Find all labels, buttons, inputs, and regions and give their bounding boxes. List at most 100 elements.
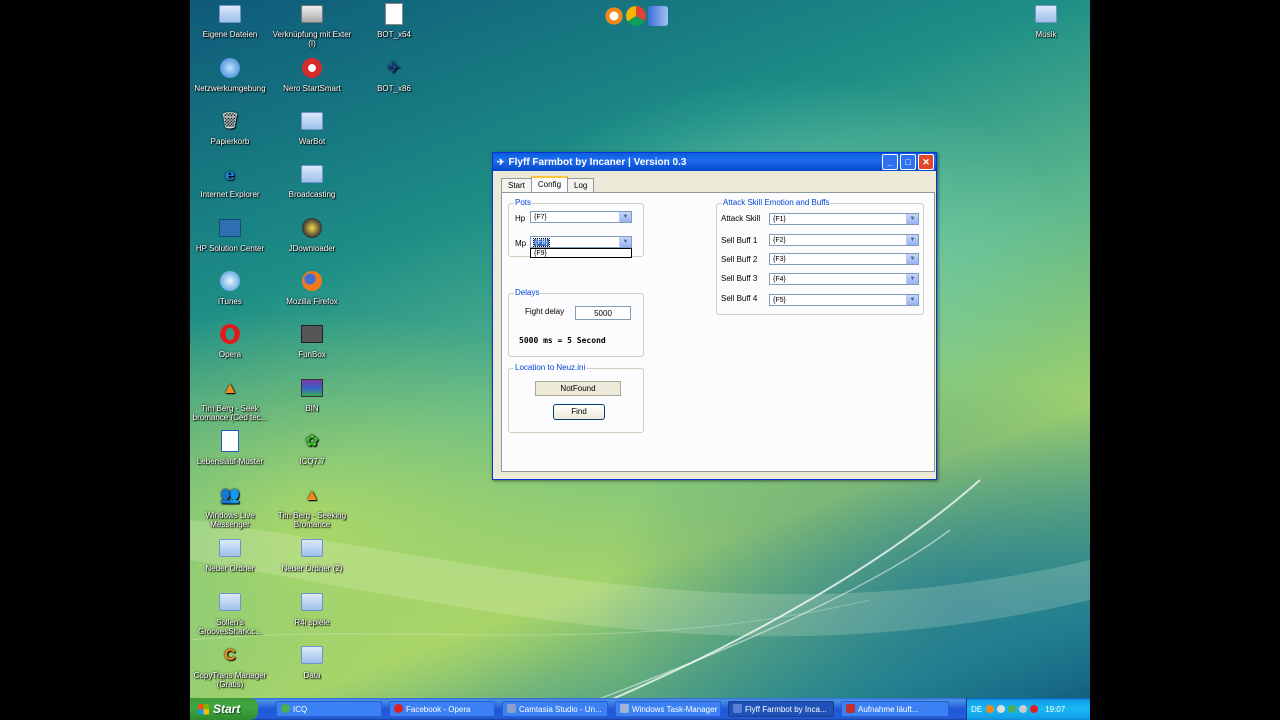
sell-buff-3-label: Sell Buff 3 [721, 274, 758, 283]
chevron-down-icon[interactable]: ▼ [906, 274, 918, 284]
desktop-icon-r4i[interactable]: R4i spiele [270, 590, 354, 627]
recycle-bin-icon: 🗑 [219, 112, 241, 130]
mp-select[interactable]: {F8} ▼ [530, 236, 632, 248]
chevron-down-icon[interactable]: ▼ [906, 254, 918, 264]
desktop-icon-nero[interactable]: Nero StartSmart [270, 56, 354, 93]
tab-start[interactable]: Start [501, 178, 532, 193]
fight-delay-input[interactable]: 5000 [575, 306, 631, 320]
desktop-icon-eigene-dateien[interactable]: Eigene Dateien [190, 2, 272, 39]
desktop-icon-label: Eigene Dateien [202, 30, 258, 39]
chevron-down-icon[interactable]: ▼ [906, 235, 918, 245]
desktop-icon-external-drive[interactable]: Verknüpfung mit Exter (I) [270, 2, 354, 48]
sell-buff-2-select[interactable]: {F3} ▼ [769, 253, 919, 265]
clock[interactable]: 19:07 [1045, 705, 1065, 714]
desktop-icon-netzwerkumgebung[interactable]: Netzwerkumgebung [190, 56, 272, 93]
taskbar-item-camtasia[interactable]: Camtasia Studio - Un... [502, 701, 608, 717]
desktop-icon-neuer-ordner-2[interactable]: Neuer Ordner (2) [270, 536, 354, 573]
desktop-icon-grooveshark[interactable]: Sollen's GroovesShark.c... [190, 590, 272, 636]
fight-delay-label: Fight delay [525, 307, 565, 316]
taskbar-item-recording[interactable]: Aufnahme läuft... [841, 701, 949, 717]
sell-buff-4-select[interactable]: {F5} ▼ [769, 294, 919, 306]
top-shortcut-icons [604, 6, 668, 26]
folder-icon [301, 165, 323, 183]
mp-dropdown-list: {F9} [530, 248, 632, 258]
taskbar-item-opera[interactable]: Facebook - Opera [389, 701, 495, 717]
task-manager-icon [620, 704, 629, 713]
copytrans-tray-icon[interactable] [986, 705, 995, 713]
security-tray-icon[interactable] [1030, 705, 1039, 713]
location-group: Location to Neuz.ini NotFound Find [508, 363, 644, 433]
location-legend: Location to Neuz.ini [514, 363, 587, 372]
desktop-icon-bot-x86[interactable]: ✈ BOT_x86 [352, 56, 436, 93]
language-indicator[interactable]: DE [971, 705, 982, 714]
maximize-button[interactable]: □ [900, 154, 916, 170]
desktop-icon-label: Nero StartSmart [283, 84, 341, 93]
desktop-icon-funbox[interactable]: FunBox [270, 322, 354, 359]
close-button[interactable]: ✕ [918, 154, 934, 170]
taskbar-item-label: Camtasia Studio - Un... [519, 705, 602, 714]
copytrans-icon[interactable] [604, 6, 624, 26]
desktop-icon-lebenslauf[interactable]: Lebenslauf-Muster [190, 429, 272, 466]
folder-icon [219, 593, 241, 611]
hp-icon [219, 219, 241, 237]
desktop-icon-label: R4i spiele [294, 618, 330, 627]
taskbar-item-farmbot[interactable]: Flyff Farmbot by Inca... [728, 701, 834, 717]
sell-buff-2-label: Sell Buff 2 [721, 255, 758, 264]
sell-buff-4-value: {F5} [773, 297, 786, 304]
desktop-icon-tim-berg-2[interactable]: ▲ Tim Berg - Seeking Bromance [270, 483, 354, 529]
chevron-down-icon[interactable]: ▼ [906, 295, 918, 305]
sell-buff-1-select[interactable]: {F2} ▼ [769, 234, 919, 246]
chevron-down-icon[interactable]: ▼ [619, 237, 631, 247]
desktop-icon-warbot[interactable]: WarBot [270, 109, 354, 146]
desktop-icon-bot-x64[interactable]: BOT_x64 [352, 2, 436, 39]
desktop-icon-bin[interactable]: BIN [270, 376, 354, 413]
sell-buff-3-select[interactable]: {F4} ▼ [769, 273, 919, 285]
opera-icon [394, 704, 403, 713]
desktop-icon-label: FunBox [298, 350, 326, 359]
taskbar-item-label: Windows Task-Manager [632, 705, 718, 714]
chevron-down-icon[interactable]: ▼ [906, 214, 918, 224]
finder-icon[interactable] [648, 6, 668, 26]
desktop-icon-data[interactable]: Data [270, 643, 354, 680]
desktop-icon-opera[interactable]: Opera [190, 322, 272, 359]
desktop-icon-label: Neuer Ordner (2) [281, 564, 343, 573]
taskbar-item-label: ICQ [293, 705, 308, 714]
desktop-icon-label: Internet Explorer [200, 190, 260, 199]
desktop-icon-papierkorb[interactable]: 🗑 Papierkorb [190, 109, 272, 146]
desktop-icon-musik[interactable]: Musik [1004, 2, 1088, 39]
hp-select[interactable]: {F7} ▼ [530, 211, 632, 223]
find-button[interactable]: Find [553, 404, 605, 420]
word-document-icon [221, 430, 239, 452]
desktop-icon-firefox[interactable]: Mozilla Firefox [270, 269, 354, 306]
folder-icon [301, 646, 323, 664]
itunes-icon [220, 271, 240, 291]
taskbar-item-icq[interactable]: ICQ [276, 701, 382, 717]
desktop-icon-broadcasting[interactable]: Broadcasting [270, 162, 354, 199]
desktop-icon-internet-explorer[interactable]: e Internet Explorer [190, 162, 272, 199]
icq-icon [281, 704, 290, 713]
mp-dropdown-option[interactable]: {F9} [534, 250, 547, 257]
desktop-icon-jdownloader[interactable]: JDownloader [270, 216, 354, 253]
minimize-button[interactable]: _ [882, 154, 898, 170]
volume-icon[interactable] [1019, 705, 1028, 713]
desktop-icon-itunes[interactable]: iTunes [190, 269, 272, 306]
tab-log[interactable]: Log [567, 178, 595, 193]
desktop-icon-messenger[interactable]: 👥 Windows Live Messenger [190, 483, 272, 529]
file-icon [385, 3, 403, 25]
desktop-icon-hp[interactable]: HP Solution Center [190, 216, 272, 253]
delays-legend: Delays [514, 288, 541, 297]
icq-tray-icon[interactable] [1008, 705, 1017, 713]
window-titlebar[interactable]: ✈ Flyff Farmbot by Incaner | Version 0.3… [493, 153, 936, 171]
vlc-icon: ▲ [304, 486, 320, 504]
attack-skill-select[interactable]: {F1} ▼ [769, 213, 919, 225]
network-tray-icon[interactable] [997, 705, 1006, 713]
taskbar-item-task-manager[interactable]: Windows Task-Manager [615, 701, 721, 717]
desktop-icon-neuer-ordner[interactable]: Neuer Ordner [190, 536, 272, 573]
start-button[interactable]: Start [190, 698, 258, 720]
desktop-icon-tim-berg-1[interactable]: ▲ Tim Berg - Seek bromance (Ced tec... [190, 376, 272, 422]
chevron-down-icon[interactable]: ▼ [619, 212, 631, 222]
camtasia-icon [507, 704, 516, 713]
desktop-icon-copytrans[interactable]: C CopyTrans Manager (Gratis) [190, 643, 272, 689]
chrome-icon[interactable] [626, 6, 646, 26]
desktop-icon-icq[interactable]: ✿ ICQ7.7 [270, 429, 354, 466]
